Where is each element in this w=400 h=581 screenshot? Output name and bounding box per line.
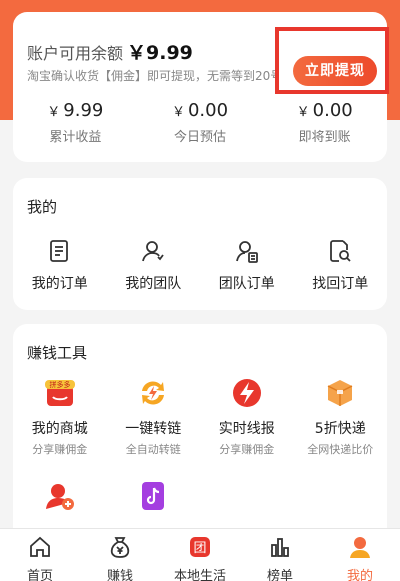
tool-desc: 全网快递比价 [307, 443, 374, 456]
tool-my-shop[interactable]: 拼多多 我的商城 分享赚佣金 [13, 376, 107, 457]
balance-title-label: 账户可用余额 [27, 44, 124, 63]
nav-local-life[interactable]: 团 本地生活 [160, 529, 240, 581]
team-orders-label: 团队订单 [218, 276, 275, 292]
tools-section-title: 赚钱工具 [27, 344, 88, 362]
withdraw-button[interactable]: 立即提现 [293, 56, 377, 86]
nav-mine-label: 我的 [346, 569, 373, 581]
my-orders-label: 我的订单 [31, 276, 88, 292]
balance-amount: ￥9.99 [127, 42, 193, 64]
balance-title: 账户可用余额 ￥9.99 [27, 38, 193, 65]
mine-section-title: 我的 [27, 198, 58, 216]
ranking-icon [271, 538, 289, 557]
stat-value: 9.99 [63, 100, 104, 121]
tool-name: 一键转链 [125, 421, 182, 437]
stat-label: 今日预估 [174, 130, 227, 145]
stat-total-earnings[interactable]: ￥ 9.99 累计收益 [13, 100, 138, 145]
team-order-icon [235, 241, 258, 263]
group-buy-badge: 团 [193, 541, 206, 556]
stat-label: 即将到账 [298, 130, 351, 145]
tool-convert-link[interactable]: 一键转链 全自动转链 [107, 376, 201, 457]
nav-local-life-label: 本地生活 [173, 569, 226, 581]
tool-name: 实时线报 [218, 421, 275, 437]
profile-icon [350, 537, 370, 558]
nav-home-label: 首页 [26, 569, 53, 581]
tool-desc: 分享赚佣金 [32, 443, 88, 456]
tool-invite[interactable] [13, 479, 107, 521]
earnings-stats: ￥ 9.99 累计收益 ￥ 0.00 今日预估 ￥ 0.00 即将到账 [13, 100, 387, 145]
tool-empty-slot [200, 479, 294, 521]
nav-ranking[interactable]: 榜单 [240, 529, 320, 581]
tool-live-deals[interactable]: 实时线报 分享赚佣金 [200, 376, 294, 457]
order-list-icon [49, 240, 68, 262]
stat-upcoming[interactable]: ￥ 0.00 即将到账 [262, 100, 387, 145]
currency-symbol: ￥ [47, 105, 61, 120]
my-orders-item[interactable]: 我的订单 [13, 238, 107, 293]
tool-tiktok[interactable] [107, 479, 201, 521]
balance-card: 账户可用余额 ￥9.99 淘宝确认收货【佣金】即可提现，无需等到20号 立即提现 … [13, 12, 389, 162]
nav-ranking-label: 榜单 [266, 569, 293, 581]
search-document-icon [330, 240, 351, 262]
tool-desc: 全自动转链 [125, 443, 181, 456]
tool-name: 5折快递 [314, 421, 366, 437]
stat-today-estimate[interactable]: ￥ 0.00 今日预估 [138, 100, 263, 145]
mine-card: 我的 我的订单 我的团队 团队订单 找回订单 [13, 178, 387, 310]
tool-empty-slot [294, 479, 388, 521]
tiktok-icon [142, 482, 165, 510]
currency-symbol: ￥ [171, 105, 185, 120]
nav-earn[interactable]: 赚钱 [80, 529, 160, 581]
money-bag-icon [110, 537, 130, 558]
team-orders-item[interactable]: 团队订单 [200, 238, 294, 293]
tool-discount-express[interactable]: 5折快递 全网快递比价 [294, 376, 388, 457]
nav-earn-label: 赚钱 [106, 569, 133, 581]
bottom-nav: 首页 赚钱 团 本地生活 榜单 我的 [0, 528, 400, 581]
pinduoduo-shop-icon: 拼多多 [44, 380, 75, 406]
group-buy-icon: 团 [190, 537, 210, 557]
stat-label: 累计收益 [49, 130, 102, 145]
home-icon [30, 536, 50, 557]
convert-link-icon [142, 381, 165, 405]
nav-mine[interactable]: 我的 [320, 529, 400, 581]
add-user-icon [45, 484, 74, 510]
lightning-icon [232, 379, 261, 407]
retrieve-orders-label: 找回订单 [312, 276, 369, 292]
tool-name: 我的商城 [31, 421, 88, 437]
package-icon [327, 380, 353, 406]
tool-desc: 分享赚佣金 [219, 443, 275, 456]
my-team-item[interactable]: 我的团队 [107, 238, 201, 293]
retrieve-orders-item[interactable]: 找回订单 [294, 238, 388, 293]
stat-value: 0.00 [312, 100, 353, 121]
team-icon [142, 241, 164, 262]
balance-subtitle: 淘宝确认收货【佣金】即可提现，无需等到20号 [27, 69, 283, 83]
nav-home[interactable]: 首页 [0, 529, 80, 581]
pinduoduo-badge: 拼多多 [49, 380, 70, 389]
stat-value: 0.00 [187, 100, 229, 121]
withdraw-highlight: 立即提现 [275, 27, 389, 94]
currency-symbol: ￥ [296, 105, 310, 120]
my-team-label: 我的团队 [125, 276, 182, 292]
